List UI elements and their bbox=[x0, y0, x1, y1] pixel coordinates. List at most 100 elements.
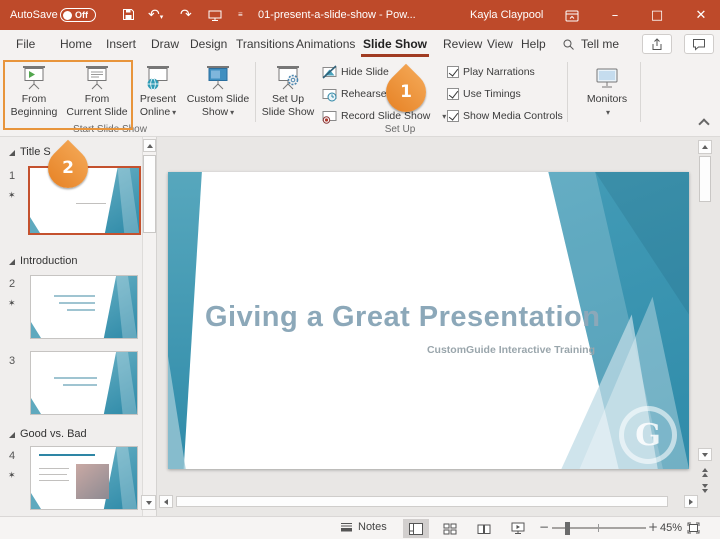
share-button[interactable] bbox=[642, 34, 672, 54]
document-title: 01-present-a-slide-show - Pow... bbox=[258, 9, 416, 21]
zoom-slider-thumb[interactable] bbox=[565, 522, 570, 535]
ribbon: From Beginning From Current Slide Presen… bbox=[0, 58, 720, 137]
play-narrations-checkbox[interactable]: Play Narrations bbox=[447, 66, 535, 78]
set-up-slide-show-button[interactable]: Set Up Slide Show bbox=[260, 62, 316, 128]
tutorial-step-1-badge: 1 bbox=[378, 64, 435, 121]
hide-slide-button[interactable]: Hide Slide bbox=[322, 64, 389, 80]
from-current-label-1: From bbox=[64, 93, 130, 106]
tab-design[interactable]: Design bbox=[190, 30, 227, 58]
tab-view[interactable]: View bbox=[487, 30, 513, 58]
slide-2-thumbnail[interactable] bbox=[30, 275, 138, 339]
slide-3-thumbnail[interactable] bbox=[30, 351, 138, 415]
slide-title-text[interactable]: Giving a Great Presentation bbox=[205, 301, 600, 334]
notes-icon bbox=[340, 521, 353, 533]
ribbon-display-options-icon[interactable] bbox=[565, 9, 579, 27]
undo-icon[interactable]: ↶ bbox=[148, 6, 163, 24]
scroll-left-button[interactable] bbox=[159, 495, 173, 508]
section-collapse-icon[interactable] bbox=[9, 150, 15, 156]
tab-transitions[interactable]: Transitions bbox=[236, 30, 294, 58]
reading-view-button[interactable] bbox=[471, 519, 497, 538]
slide-show-view-button[interactable] bbox=[505, 519, 531, 538]
zoom-slider-center-tick bbox=[598, 524, 599, 532]
notes-button[interactable]: Notes bbox=[340, 521, 387, 533]
scroll-up-button[interactable] bbox=[143, 139, 156, 152]
from-current-slide-button[interactable]: From Current Slide bbox=[64, 62, 130, 128]
scroll-down-button[interactable] bbox=[141, 495, 156, 510]
close-button[interactable]: ✕ bbox=[684, 0, 718, 30]
next-slide-button[interactable] bbox=[698, 481, 712, 495]
tab-review[interactable]: Review bbox=[443, 30, 482, 58]
collapse-ribbon-icon[interactable] bbox=[698, 118, 709, 129]
scroll-right-button[interactable] bbox=[684, 495, 698, 508]
user-name: Kayla Claypool bbox=[470, 9, 543, 21]
save-icon[interactable] bbox=[122, 8, 135, 26]
zoom-in-button[interactable]: + bbox=[648, 520, 658, 534]
scrollbar-thumb[interactable] bbox=[176, 496, 668, 507]
start-presentation-icon[interactable] bbox=[208, 9, 222, 27]
slide-sorter-view-button[interactable] bbox=[437, 519, 463, 538]
tab-animations[interactable]: Animations bbox=[296, 30, 355, 58]
quick-access-overflow-icon[interactable]: ≡ bbox=[238, 10, 243, 19]
scrollbar-thumb[interactable] bbox=[699, 156, 711, 202]
screen-play-icon bbox=[6, 62, 62, 91]
section-introduction[interactable]: Introduction bbox=[20, 255, 77, 267]
custom-slide-show-button[interactable]: Custom Slide Show bbox=[184, 62, 252, 128]
powerpoint-window: AutoSave Off ↶ ↷ ≡ 01-present-a-slide-sh… bbox=[0, 0, 720, 539]
checkbox-checked-icon bbox=[447, 66, 459, 78]
slide-1-number: 1 bbox=[9, 170, 15, 182]
show-media-controls-checkbox[interactable]: Show Media Controls bbox=[447, 110, 563, 122]
animation-star-icon bbox=[8, 293, 16, 311]
record-dropdown-arrow-icon[interactable] bbox=[440, 110, 446, 122]
section-title-slide[interactable]: Title S bbox=[20, 146, 51, 158]
section-collapse-icon[interactable] bbox=[9, 259, 15, 265]
checkbox-checked-icon bbox=[447, 110, 459, 122]
slide-3-number: 3 bbox=[9, 355, 15, 367]
checkbox-checked-icon bbox=[447, 88, 459, 100]
section-collapse-icon[interactable] bbox=[9, 432, 15, 438]
tab-draw[interactable]: Draw bbox=[151, 30, 179, 58]
zoom-level[interactable]: 45% bbox=[660, 522, 682, 534]
fit-slide-to-window-button[interactable] bbox=[687, 522, 700, 537]
panel-scrollbar[interactable] bbox=[142, 137, 156, 516]
tell-me-search[interactable]: Tell me bbox=[562, 30, 619, 58]
normal-view-button[interactable] bbox=[403, 519, 429, 538]
tab-help[interactable]: Help bbox=[521, 30, 546, 58]
slide-show-view-icon bbox=[511, 522, 525, 535]
present-online-button[interactable]: Present Online bbox=[134, 62, 182, 128]
ribbon-tab-row: File Home Insert Draw Design Transitions… bbox=[0, 30, 720, 58]
redo-icon[interactable]: ↷ bbox=[180, 6, 192, 24]
record-slide-show-button[interactable]: Record Slide Show bbox=[322, 108, 446, 124]
group-label-set-up: Set Up bbox=[325, 124, 475, 135]
maximize-button[interactable]: □ bbox=[640, 0, 674, 30]
section-good-vs-bad[interactable]: Good vs. Bad bbox=[20, 428, 87, 440]
previous-slide-button[interactable] bbox=[698, 465, 712, 479]
tab-home[interactable]: Home bbox=[60, 30, 92, 58]
custom-show-label-1: Custom Slide bbox=[184, 93, 252, 106]
comments-button[interactable] bbox=[684, 34, 714, 54]
slide-2-number: 2 bbox=[9, 278, 15, 290]
vertical-scrollbar[interactable] bbox=[697, 140, 713, 512]
status-bar: Notes − + 45% bbox=[0, 516, 720, 539]
normal-view-icon bbox=[409, 523, 423, 535]
autosave-toggle[interactable]: Off bbox=[60, 8, 96, 22]
minimize-button[interactable]: – bbox=[598, 0, 632, 30]
autosave-state: Off bbox=[75, 10, 88, 20]
animation-star-icon bbox=[8, 465, 16, 483]
tell-me-label: Tell me bbox=[581, 37, 619, 51]
use-timings-checkbox[interactable]: Use Timings bbox=[447, 88, 521, 100]
slide-thumbnail-panel: Title S 1 Introduction 2 3 bbox=[0, 137, 157, 516]
monitors-button[interactable]: Monitors bbox=[578, 62, 636, 128]
tab-file[interactable]: File bbox=[16, 30, 35, 58]
zoom-out-button[interactable]: − bbox=[539, 520, 549, 534]
tab-slide-show[interactable]: Slide Show bbox=[363, 30, 427, 58]
tab-insert[interactable]: Insert bbox=[106, 30, 136, 58]
slide-4-thumbnail[interactable] bbox=[30, 446, 138, 510]
rehearse-timings-icon bbox=[322, 87, 337, 102]
from-beginning-button[interactable]: From Beginning bbox=[6, 62, 62, 128]
slide-subtitle-text[interactable]: CustomGuide Interactive Training bbox=[427, 344, 595, 356]
scroll-down-button[interactable] bbox=[698, 448, 712, 461]
scroll-up-button[interactable] bbox=[698, 140, 712, 154]
slide-canvas[interactable]: Giving a Great Presentation CustomGuide … bbox=[168, 172, 689, 469]
scrollbar-thumb[interactable] bbox=[143, 155, 156, 233]
tutorial-step-2-badge: 2 bbox=[40, 140, 97, 197]
